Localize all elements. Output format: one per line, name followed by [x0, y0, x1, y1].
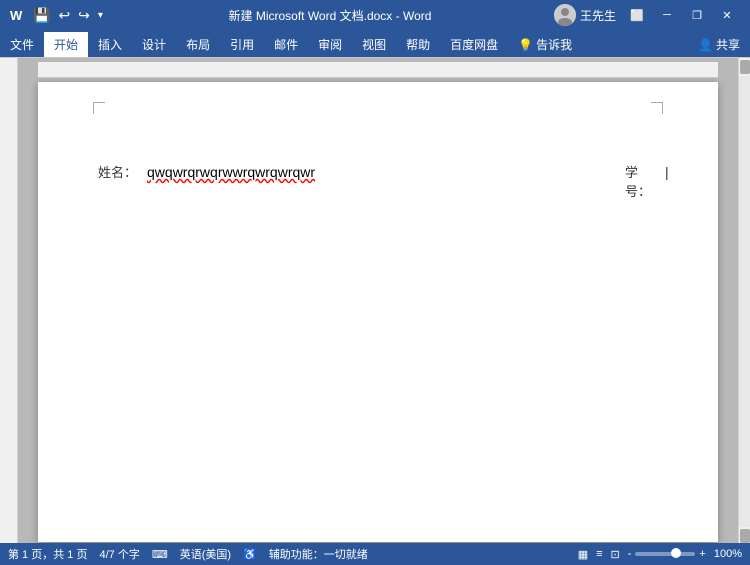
tab-tell-me[interactable]: 💡 告诉我 [508, 32, 582, 57]
user-area[interactable]: 王先生 [554, 4, 616, 26]
undo-button[interactable]: ↩ [55, 7, 73, 24]
title-bar-right: 王先生 ⬜ ─ ❐ ✕ [554, 4, 742, 26]
customize-qa-button[interactable]: ▾ [95, 10, 106, 21]
restore-down-button[interactable]: ⬜ [622, 5, 652, 25]
name-value[interactable]: qwqwrqrwqrwwrqwrqwrqwr [147, 164, 315, 180]
word-icon: W [8, 6, 26, 24]
tab-view[interactable]: 视图 [352, 32, 396, 57]
tab-file[interactable]: 文件 [0, 32, 44, 57]
zoom-percent[interactable]: 100% [714, 548, 742, 560]
share-icon: 👤 [698, 38, 713, 52]
username: 王先生 [580, 7, 616, 24]
accessibility-label: 辅助功能：一切就绪 [269, 546, 368, 562]
document-content: 姓名： qwqwrqrwqrwwrqwrqwrqwr 学号： | [98, 132, 658, 200]
status-left: 第 1 页，共 1 页 4/7 个字 ⌨ 英语(美国) ♿ 辅助功能：一切就绪 [8, 546, 368, 562]
minimize-button[interactable]: ─ [652, 5, 682, 25]
status-right: ▦ ≡ ⊡ - + 100% [578, 548, 742, 561]
tab-insert[interactable]: 插入 [88, 32, 132, 57]
save-button[interactable]: 💾 [30, 7, 53, 24]
maximize-button[interactable]: ❐ [682, 5, 712, 25]
page-info: 第 1 页，共 1 页 [8, 546, 87, 562]
horizontal-ruler [38, 62, 718, 78]
tab-references[interactable]: 引用 [220, 32, 264, 57]
zoom-minus-button[interactable]: - [628, 548, 632, 560]
svg-text:W: W [10, 8, 23, 23]
scrollbar-up-arrow[interactable] [740, 60, 750, 74]
ribbon: 文件 开始 插入 设计 布局 引用 邮件 审阅 视图 帮助 百度网盘 💡 告诉我… [0, 30, 750, 58]
vertical-ruler [0, 58, 18, 543]
name-row: 姓名： qwqwrqrwqrwwrqwrqwrqwr 学号： | [98, 162, 658, 200]
tab-review[interactable]: 审阅 [308, 32, 352, 57]
title-bar: W 💾 ↩ ↪ ▾ 新建 Microsoft Word 文档.docx - Wo… [0, 0, 750, 30]
ribbon-tabs: 文件 开始 插入 设计 布局 引用 邮件 审阅 视图 帮助 百度网盘 💡 告诉我… [0, 30, 750, 57]
window-controls: ⬜ ─ ❐ ✕ [622, 5, 742, 25]
keyboard-icon: ⌨ [152, 548, 168, 561]
title-bar-left: W 💾 ↩ ↪ ▾ [8, 6, 106, 24]
vertical-scrollbar[interactable] [738, 58, 750, 543]
share-button[interactable]: 👤 共享 [688, 32, 750, 57]
corner-mark-tr [651, 102, 663, 114]
close-button[interactable]: ✕ [712, 5, 742, 25]
accessibility-icon: ♿ [243, 548, 257, 561]
zoom-plus-button[interactable]: + [699, 548, 705, 560]
tab-design[interactable]: 设计 [132, 32, 176, 57]
document-viewport[interactable]: 姓名： qwqwrqrwqrwwrqwrqwrqwr 学号： | [18, 58, 738, 543]
tab-layout[interactable]: 布局 [176, 32, 220, 57]
scrollbar-down-arrow[interactable] [740, 529, 750, 543]
tab-baidu[interactable]: 百度网盘 [440, 32, 508, 57]
text-cursor: | [665, 164, 669, 180]
document-page[interactable]: 姓名： qwqwrqrwqrwwrqwrqwrqwr 学号： | [38, 82, 718, 542]
status-bar: 第 1 页，共 1 页 4/7 个字 ⌨ 英语(美国) ♿ 辅助功能：一切就绪 … [0, 543, 750, 565]
quick-access-toolbar: 💾 ↩ ↪ ▾ [30, 7, 106, 24]
tab-home[interactable]: 开始 [44, 32, 88, 57]
zoom-thumb[interactable] [671, 548, 681, 558]
layout-view-icon[interactable]: ▦ [578, 548, 588, 561]
focus-view-icon[interactable]: ⊡ [611, 548, 620, 561]
language-label[interactable]: 英语(美国) [180, 546, 231, 562]
tab-mailings[interactable]: 邮件 [264, 32, 308, 57]
name-label: 姓名： [98, 162, 137, 181]
list-view-icon[interactable]: ≡ [596, 548, 602, 560]
tab-help[interactable]: 帮助 [396, 32, 440, 57]
student-id-label: 学号： [625, 162, 651, 200]
corner-mark-tl [93, 102, 105, 114]
lightbulb-icon: 💡 [518, 38, 533, 52]
word-count: 4/7 个字 [99, 546, 139, 562]
zoom-control[interactable]: - + [628, 548, 706, 560]
redo-button[interactable]: ↪ [75, 7, 93, 24]
window-title: 新建 Microsoft Word 文档.docx - Word [106, 7, 554, 24]
user-avatar [554, 4, 576, 26]
main-area: 姓名： qwqwrqrwqrwwrqwrqwrqwr 学号： | [0, 58, 750, 543]
zoom-track[interactable] [635, 552, 695, 556]
